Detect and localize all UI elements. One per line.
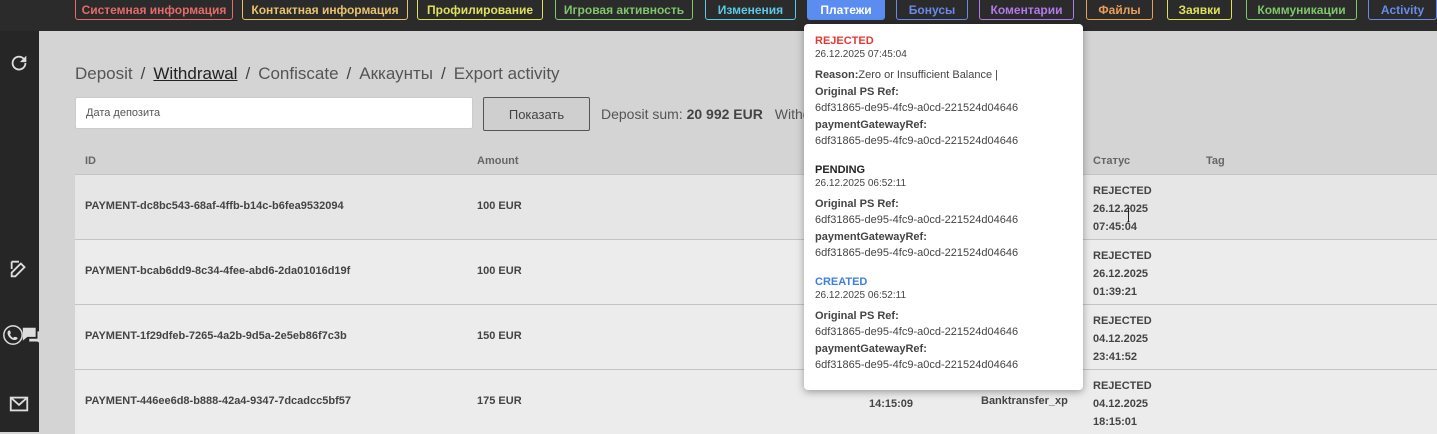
column-header-status[interactable]: Статус: [1093, 155, 1130, 167]
text-cursor-icon: [1127, 208, 1130, 222]
mail-icon[interactable]: [8, 393, 30, 415]
entry-time: 26.12.2025 06:52:11: [815, 289, 907, 301]
reason-value: Zero or Insufficient Balance |: [858, 69, 999, 81]
payment-status[interactable]: REJECTED 26.12.2025 01:39:21: [1093, 247, 1152, 301]
payment-id: PAYMENT-bcab6dd9-8c34-4fee-abd6-2da01016…: [85, 265, 351, 277]
ps-ref-value: 6df31865-de95-4fc9-a0cd-221524d04646: [815, 326, 1019, 338]
gateway-ref-value: 6df31865-de95-4fc9-a0cd-221524d04646: [815, 359, 1019, 371]
tab-4[interactable]: Изменения: [705, 0, 796, 20]
payment-id: PAYMENT-446ee6d8-b888-42a4-9347-7dcadcc5…: [85, 395, 351, 407]
edit-icon[interactable]: [8, 258, 30, 280]
deposit-date-input[interactable]: [75, 97, 473, 129]
status-date: 26.12.2025: [1093, 268, 1149, 280]
payment-id: PAYMENT-1f29dfeb-7265-4a2b-9d5a-2e5eb86f…: [85, 330, 347, 342]
status-date: 26.12.2025: [1093, 203, 1149, 215]
payment-status[interactable]: REJECTED 26.12.2025 07:45:04: [1093, 182, 1152, 236]
ps-ref-label: Original PS Ref:: [815, 309, 899, 322]
payment-amount: 175 EUR: [477, 395, 522, 407]
tab-6[interactable]: Бонусы: [896, 0, 968, 20]
payments-table: ID Amount Статус Tag PAYMENT-dc8bc543-68…: [75, 148, 1437, 434]
entry-reason: Reason:Zero or Insufficient Balance |: [815, 67, 1072, 84]
gateway-ref-label: paymentGatewayRef:: [815, 342, 927, 355]
chat-icon[interactable]: [21, 325, 42, 345]
gateway-ref-value: 6df31865-de95-4fc9-a0cd-221524d04646: [815, 135, 1019, 147]
breadcrumb-deposit[interactable]: Deposit: [75, 64, 133, 83]
status-history-entry: REJECTED 26.12.2025 07:45:04 Reason:Zero o…: [815, 35, 1072, 150]
status-time: 23:41:52: [1093, 351, 1138, 363]
reason-label: Reason:: [815, 69, 859, 81]
breadcrumb-separator: /: [140, 64, 146, 83]
tab-8[interactable]: Файлы: [1086, 0, 1153, 20]
payment-status[interactable]: REJECTED 04.12.2025 18:15:01: [1093, 377, 1152, 431]
status-label: REJECTED: [1093, 250, 1152, 262]
status-history-entry: PENDING 26.12.2025 06:52:11 Original PS Re…: [815, 164, 1072, 262]
ps-ref-value: 6df31865-de95-4fc9-a0cd-221524d04646: [815, 214, 1019, 226]
breadcrumb-separator: /: [346, 64, 352, 83]
status-time: 18:15:01: [1093, 416, 1138, 428]
gateway-ref-label: paymentGatewayRef:: [815, 118, 927, 131]
tab-2[interactable]: Профилирование: [417, 0, 543, 20]
payment-status[interactable]: REJECTED 04.12.2025 23:41:52: [1093, 312, 1152, 366]
status-time: 01:39:21: [1093, 286, 1138, 298]
breadcrumb-withdrawal[interactable]: Withdrawal: [153, 64, 237, 83]
payment-amount: 150 EUR: [477, 330, 522, 342]
entry-status: PENDING: [815, 163, 866, 176]
refresh-icon[interactable]: [8, 52, 30, 74]
tab-11[interactable]: Activity: [1368, 0, 1437, 20]
entry-status: CREATED: [815, 275, 868, 288]
ps-ref-label: Original PS Ref:: [815, 85, 899, 98]
left-sidebar: [0, 31, 42, 432]
tab-3[interactable]: Игровая активность: [555, 0, 693, 20]
entry-time: 26.12.2025 07:45:04: [815, 49, 907, 60]
breadcrumb: Deposit / Withdrawal / Confiscate / Аккаунты / E…: [75, 64, 560, 84]
status-history: REJECTED 26.12.2025 07:45:04 Reason:Zero o…: [815, 35, 1072, 374]
phone-icon[interactable]: [2, 324, 23, 346]
payment-amount: 100 EUR: [477, 265, 522, 277]
status-label: REJECTED: [1093, 185, 1152, 197]
tab-9[interactable]: Заявки: [1167, 0, 1232, 20]
table-row[interactable]: PAYMENT-1f29dfeb-7265-4a2b-9d5a-2e5eb86f…: [75, 304, 1437, 369]
entry-status: REJECTED: [815, 35, 874, 47]
ps-ref-value: 6df31865-de95-4fc9-a0cd-221524d04646: [815, 102, 1019, 114]
tab-1[interactable]: Контактная информация: [242, 0, 408, 20]
table-header: ID Amount Статус Tag: [75, 148, 1437, 174]
gateway-ref-label: paymentGatewayRef:: [815, 230, 927, 243]
tab-5[interactable]: Платежи: [807, 0, 885, 20]
ps-ref-label: Original PS Ref:: [815, 197, 899, 210]
table-row[interactable]: PAYMENT-dc8bc543-68af-4ffb-b14c-b6fea953…: [75, 174, 1437, 239]
status-history-entry: CREATED 26.12.2025 06:52:11 Original PS Re…: [815, 276, 1072, 374]
table-row[interactable]: PAYMENT-446ee6d8-b888-42a4-9347-7dcadcc5…: [75, 369, 1437, 434]
status-date: 04.12.2025: [1093, 333, 1149, 345]
top-nav: Системная информация Контактная информаци…: [0, 0, 1437, 31]
main-content: Deposit / Withdrawal / Confiscate / Аккаунты / E…: [39, 31, 1437, 434]
breadcrumb-accounts[interactable]: Аккаунты: [359, 64, 433, 83]
column-header-id[interactable]: ID: [85, 155, 96, 167]
payment-time-value: 14:15:09: [869, 398, 914, 410]
breadcrumb-confiscate[interactable]: Confiscate: [258, 64, 338, 83]
deposit-sum-value: 20 992 EUR: [686, 106, 763, 122]
status-date: 04.12.2025: [1093, 398, 1149, 410]
breadcrumb-separator: /: [441, 64, 446, 83]
status-label: REJECTED: [1093, 380, 1152, 392]
breadcrumb-export-activity[interactable]: Export activity: [454, 64, 560, 83]
deposit-sum: Deposit sum: 20 992 EUR Withdraw: [601, 106, 833, 122]
payment-id: PAYMENT-dc8bc543-68af-4ffb-b14c-b6fea953…: [85, 200, 344, 212]
status-label: REJECTED: [1093, 315, 1152, 327]
payment-amount: 100 EUR: [477, 200, 522, 212]
tab-0[interactable]: Системная информация: [75, 0, 233, 20]
table-row[interactable]: PAYMENT-bcab6dd9-8c34-4fee-abd6-2da01016…: [75, 239, 1437, 304]
status-time: 07:45:04: [1093, 221, 1138, 233]
payment-gateway: Banktransfer_xp: [981, 395, 1068, 407]
breadcrumb-separator: /: [245, 64, 251, 83]
payment-status-popover: REJECTED 26.12.2025 07:45:04 Reason:Zero o…: [804, 24, 1083, 390]
tab-10[interactable]: Коммуникации: [1246, 0, 1357, 20]
entry-time: 26.12.2025 06:52:11: [815, 177, 907, 189]
gateway-ref-value: 6df31865-de95-4fc9-a0cd-221524d04646: [815, 247, 1019, 259]
tab-7[interactable]: Коментарии: [979, 0, 1074, 20]
column-header-tag[interactable]: Tag: [1206, 155, 1225, 167]
table-body: PAYMENT-dc8bc543-68af-4ffb-b14c-b6fea953…: [75, 174, 1437, 434]
show-button[interactable]: Показать: [483, 97, 590, 131]
deposit-sum-label: Deposit sum:: [601, 106, 683, 122]
column-header-amount[interactable]: Amount: [477, 155, 519, 167]
